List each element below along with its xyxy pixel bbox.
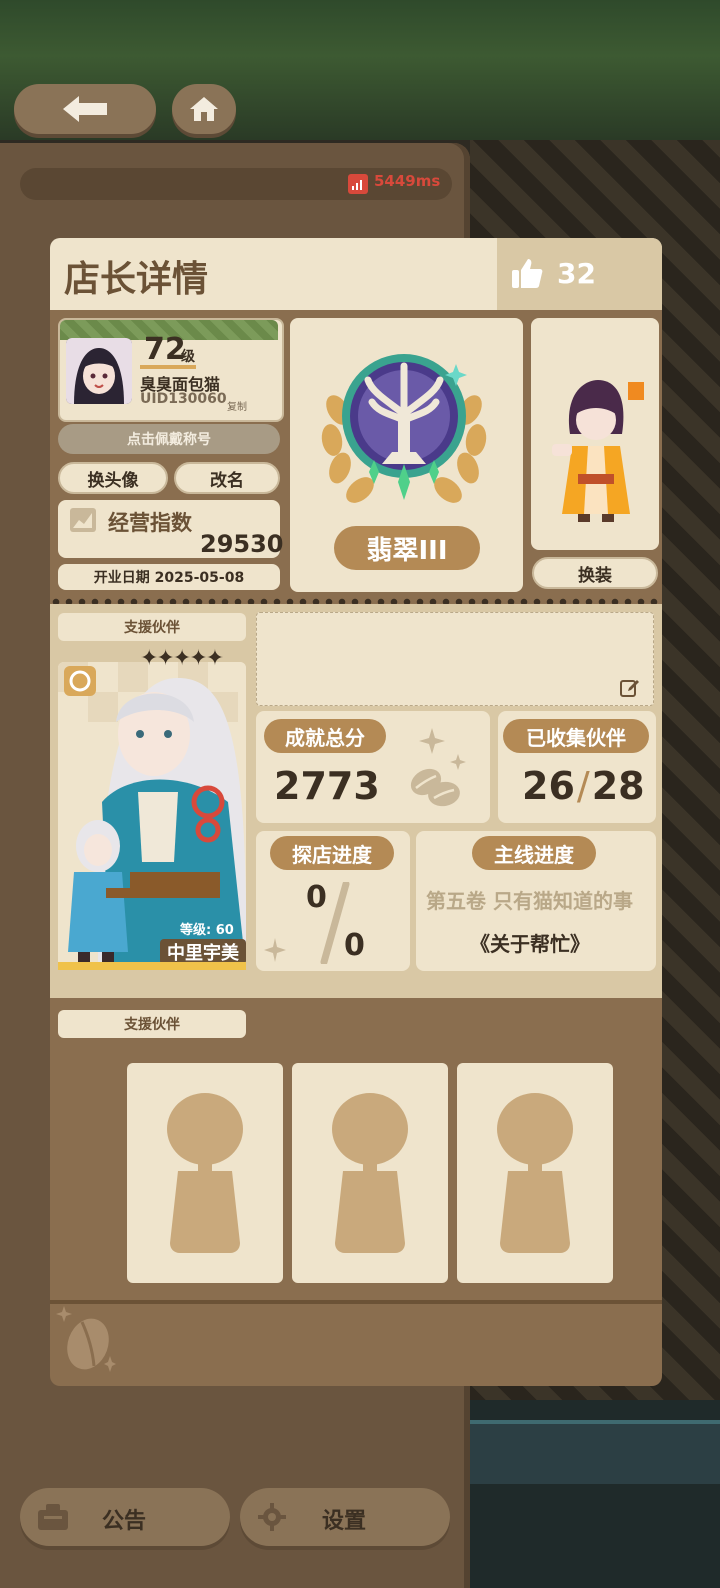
- player-level: 72: [144, 332, 186, 367]
- explore-pill: 探店进度: [270, 836, 394, 870]
- support-slots-label: 支援伙伴: [124, 1017, 180, 1033]
- player-uid: UID130060: [140, 391, 227, 407]
- thumbs-up-icon: [512, 259, 543, 288]
- rename-label: 改名: [210, 470, 244, 491]
- notice-label: 公告: [102, 1509, 147, 1534]
- story-label: 主线进度: [494, 842, 574, 867]
- level-underline: [140, 365, 196, 369]
- player-level-unit: 级: [181, 349, 195, 365]
- emerald-laurel-tree-emblem: [321, 354, 487, 503]
- business-index-label: 经营指数: [108, 511, 192, 535]
- notice-button[interactable]: 公告: [20, 1488, 230, 1546]
- chart-icon: [70, 508, 96, 532]
- collected-progress: 26 / 28: [522, 764, 645, 808]
- partner-level: 等级: 60: [180, 923, 234, 938]
- partner-card-gold-trim: [58, 962, 246, 970]
- partner-stars: ✦✦✦✦✦: [140, 646, 224, 671]
- settings-button[interactable]: 设置: [240, 1488, 450, 1546]
- rank-badge: 翡翠III: [334, 526, 480, 570]
- home-button[interactable]: [172, 84, 236, 134]
- bulletin-icon: [38, 1504, 68, 1530]
- coffee-beans-icon: [410, 728, 466, 807]
- business-index-value: 29530: [200, 530, 284, 558]
- like-count: 32: [557, 257, 596, 290]
- story-pill: 主线进度: [472, 836, 596, 870]
- arrow-left-icon: [63, 96, 107, 122]
- change-avatar-button[interactable]: 换头像: [58, 462, 168, 494]
- sparkle-icon: [264, 938, 286, 962]
- collected-total: 28: [591, 764, 645, 808]
- collected-label: 已收集伙伴: [526, 725, 626, 750]
- game-scene-counter: [470, 1420, 720, 1484]
- story-volume: 第五卷 只有猫知道的事: [426, 889, 633, 913]
- coffee-bean-footer: [50, 1300, 662, 1386]
- signature-note-box[interactable]: [256, 612, 654, 706]
- ping-value: 5449ms: [374, 172, 441, 190]
- wear-title-button[interactable]: 点击佩戴称号: [58, 424, 280, 454]
- home-icon: [190, 97, 218, 121]
- explore-label: 探店进度: [292, 842, 372, 867]
- avatar: [66, 338, 132, 404]
- change-outfit-label: 换装: [578, 565, 612, 586]
- support-slot-2[interactable]: [292, 1063, 448, 1283]
- support-slots-pill: 支援伙伴: [58, 1010, 246, 1038]
- explore-total: 0: [344, 928, 365, 963]
- empty-character-silhouette-icon: [332, 1093, 408, 1253]
- story-chapter: 《关于帮忙》: [470, 932, 590, 956]
- support-slot-1[interactable]: [127, 1063, 283, 1283]
- achievement-value: 2773: [274, 764, 380, 808]
- support-slot-3[interactable]: [457, 1063, 613, 1283]
- wear-title-label: 点击佩戴称号: [127, 432, 211, 448]
- coffee-bean-icon: [56, 1306, 116, 1372]
- settings-label: 设置: [322, 1509, 367, 1534]
- achievement-label: 成就总分: [285, 725, 365, 750]
- rank-label: 翡翠III: [366, 535, 448, 566]
- signal-bars-icon: [348, 174, 368, 194]
- support-partner-pill: 支援伙伴: [58, 613, 246, 641]
- rename-button[interactable]: 改名: [174, 462, 280, 494]
- empty-character-silhouette-icon: [497, 1093, 573, 1253]
- change-outfit-button[interactable]: 换装: [532, 557, 658, 589]
- change-avatar-label: 换头像: [87, 470, 139, 491]
- support-partner-label: 支援伙伴: [124, 620, 180, 636]
- open-date-card: 开业日期 2025-05-08: [58, 564, 280, 590]
- gear-icon: [258, 1503, 286, 1531]
- player-character-sprite: [552, 380, 644, 522]
- collected-pill: 已收集伙伴: [503, 719, 649, 753]
- open-date: 开业日期 2025-05-08: [93, 570, 245, 586]
- edit-icon[interactable]: [620, 678, 640, 698]
- back-button[interactable]: [14, 84, 156, 134]
- dialog-title: 店长详情: [64, 259, 209, 300]
- achievement-pill: 成就总分: [264, 719, 386, 753]
- collected-current: 26: [522, 764, 575, 808]
- copy-uid-button[interactable]: 复制: [227, 398, 247, 413]
- empty-character-silhouette-icon: [167, 1093, 243, 1253]
